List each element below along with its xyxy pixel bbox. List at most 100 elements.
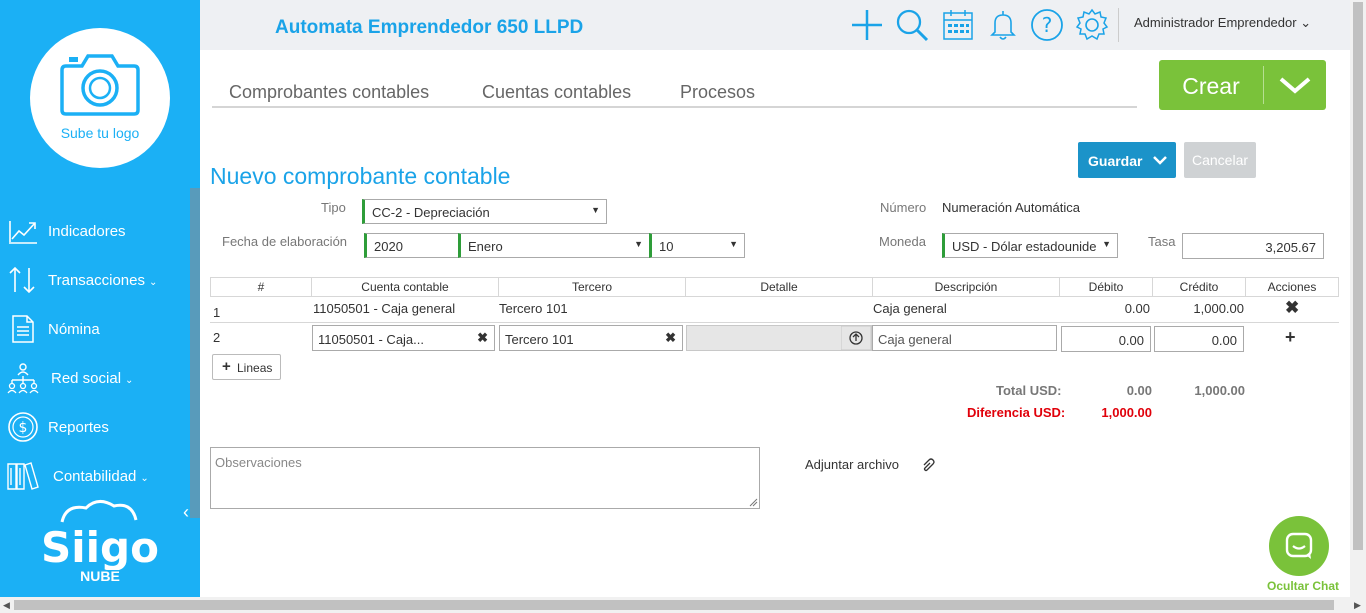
- collapse-sidebar-button[interactable]: ‹: [178, 502, 194, 524]
- delete-row-icon[interactable]: ✖: [1285, 298, 1299, 318]
- bell-icon[interactable]: [986, 8, 1020, 42]
- upload-icon[interactable]: [841, 326, 871, 350]
- dollar-circle-icon: $: [8, 412, 38, 442]
- table-header: Cuenta contable: [311, 277, 499, 297]
- chevron-down-icon[interactable]: [1152, 152, 1168, 168]
- plus-icon: +: [222, 358, 231, 375]
- divider: [210, 322, 1339, 323]
- row-number: 1: [213, 305, 221, 320]
- debito-cell: 0.00: [1124, 301, 1150, 316]
- diff-value: 1,000.00: [1101, 405, 1152, 420]
- chevron-down-icon[interactable]: [1265, 70, 1325, 100]
- tipo-select[interactable]: CC-2 - Depreciación ▼: [362, 199, 607, 224]
- total-credito: 1,000.00: [1194, 383, 1245, 398]
- clear-icon[interactable]: ✖: [477, 330, 488, 346]
- tercero-cell: Tercero 101: [499, 301, 568, 316]
- vertical-scrollbar[interactable]: [1350, 0, 1366, 597]
- table-header: Acciones: [1245, 277, 1339, 297]
- table-header: Débito: [1059, 277, 1153, 297]
- divider: [1263, 66, 1264, 104]
- create-label: Crear: [1182, 73, 1240, 99]
- table-header: Descripción: [872, 277, 1060, 297]
- sidebar-item-label: Transacciones ⌄: [48, 272, 158, 289]
- diff-label: Diferencia USD:: [967, 405, 1066, 420]
- tasa-label: Tasa: [1148, 234, 1176, 249]
- save-button[interactable]: Guardar: [1078, 142, 1176, 178]
- debito-input[interactable]: 0.00: [1061, 326, 1151, 352]
- descripcion-cell: Caja general: [873, 301, 947, 316]
- create-button[interactable]: Crear: [1159, 60, 1326, 110]
- chevron-down-icon: ⌄: [140, 473, 149, 484]
- credito-input[interactable]: 0.00: [1154, 326, 1244, 352]
- row-number: 2: [213, 330, 221, 345]
- svg-text:Siigo: Siigo: [41, 523, 159, 570]
- scrollbar-thumb[interactable]: [1353, 2, 1363, 550]
- add-lines-button[interactable]: + Lineas: [212, 354, 281, 380]
- chat-button[interactable]: [1269, 516, 1329, 576]
- detalle-input[interactable]: [686, 325, 872, 351]
- tab-bar: Comprobantes contables Cuentas contables…: [212, 80, 1137, 108]
- svg-text:$: $: [19, 420, 28, 436]
- fecha-year-input[interactable]: 2020: [364, 233, 459, 258]
- sidebar-item-label: Indicadores: [48, 223, 126, 240]
- tasa-input[interactable]: 3,205.67: [1182, 233, 1324, 259]
- calendar-icon[interactable]: [941, 8, 975, 42]
- plus-icon[interactable]: [850, 8, 884, 42]
- sidebar-item-contabilidad[interactable]: Contabilidad ⌄: [0, 456, 190, 496]
- sidebar-item-indicadores[interactable]: Indicadores: [0, 211, 190, 251]
- table-header: Tercero: [498, 277, 686, 297]
- dropdown-arrow-icon: ▼: [729, 239, 738, 249]
- observations-placeholder: Observaciones: [215, 455, 302, 470]
- hide-chat-link[interactable]: Ocultar Chat: [1258, 579, 1348, 593]
- help-icon[interactable]: ?: [1030, 8, 1064, 42]
- tab-cuentas[interactable]: Cuentas contables: [482, 82, 631, 103]
- sidebar-item-label: Contabilidad ⌄: [53, 468, 149, 485]
- sidebar-item-label: Nómina: [48, 321, 100, 338]
- sidebar-item-label: Reportes: [48, 419, 109, 436]
- top-bar: Automata Emprendedor 650 LLPD ? Administ…: [200, 0, 1350, 50]
- add-row-icon[interactable]: +: [1285, 327, 1296, 348]
- sidebar-scrollbar[interactable]: [190, 188, 200, 518]
- total-debito: 0.00: [1126, 383, 1152, 398]
- table-header: Crédito: [1152, 277, 1246, 297]
- moneda-select[interactable]: USD - Dólar estadounide ▼: [942, 233, 1118, 258]
- scroll-left-icon[interactable]: ◀: [3, 600, 10, 611]
- tercero-input[interactable]: Tercero 101 ✖: [499, 325, 683, 351]
- cancel-button[interactable]: Cancelar: [1184, 142, 1256, 178]
- chat-icon: [1285, 532, 1313, 559]
- gear-icon[interactable]: [1075, 8, 1109, 42]
- add-lines-label: Lineas: [237, 361, 273, 375]
- user-menu[interactable]: Administrador Emprendedor ⌄: [1134, 15, 1311, 31]
- sidebar-item-label: Red social ⌄: [51, 370, 134, 387]
- sidebar-item-reportes[interactable]: $ Reportes: [0, 407, 190, 447]
- cuenta-input[interactable]: 11050501 - Caja... ✖: [312, 325, 495, 351]
- sidebar-item-transacciones[interactable]: Transacciones ⌄: [0, 260, 190, 300]
- observations-textarea[interactable]: Observaciones: [210, 447, 760, 509]
- descripcion-input[interactable]: Caja general: [872, 325, 1057, 351]
- logo-label: Sube tu logo: [60, 125, 140, 141]
- table-header: Detalle: [685, 277, 873, 297]
- fecha-month-select[interactable]: Enero ▼: [458, 233, 650, 258]
- paperclip-icon[interactable]: [920, 457, 936, 473]
- tab-procesos[interactable]: Procesos: [680, 82, 755, 103]
- search-icon[interactable]: [895, 8, 929, 42]
- scrollbar-thumb[interactable]: [14, 600, 1334, 610]
- logo-upload[interactable]: Sube tu logo: [30, 28, 170, 168]
- scroll-right-icon[interactable]: ▶: [1354, 600, 1361, 611]
- sidebar: Sube tu logo Indicadores Transacciones ⌄ …: [0, 0, 200, 597]
- document-icon: [12, 315, 34, 343]
- moneda-label: Moneda: [879, 234, 926, 249]
- attach-label: Adjuntar archivo: [805, 457, 899, 472]
- credito-cell: 1,000.00: [1193, 301, 1244, 316]
- fecha-day-select[interactable]: 10 ▼: [649, 233, 745, 258]
- sidebar-item-red-social[interactable]: Red social ⌄: [0, 358, 190, 398]
- company-title: Automata Emprendedor 650 LLPD: [275, 17, 584, 38]
- sidebar-item-nomina[interactable]: Nómina: [0, 309, 190, 349]
- save-label: Guardar: [1088, 153, 1143, 169]
- resize-handle-icon[interactable]: [749, 498, 758, 507]
- tab-comprobantes[interactable]: Comprobantes contables: [229, 82, 429, 103]
- chevron-down-icon: ⌄: [125, 375, 134, 386]
- clear-icon[interactable]: ✖: [665, 330, 676, 346]
- horizontal-scrollbar[interactable]: ◀ ▶: [0, 597, 1366, 613]
- books-icon: [7, 462, 39, 490]
